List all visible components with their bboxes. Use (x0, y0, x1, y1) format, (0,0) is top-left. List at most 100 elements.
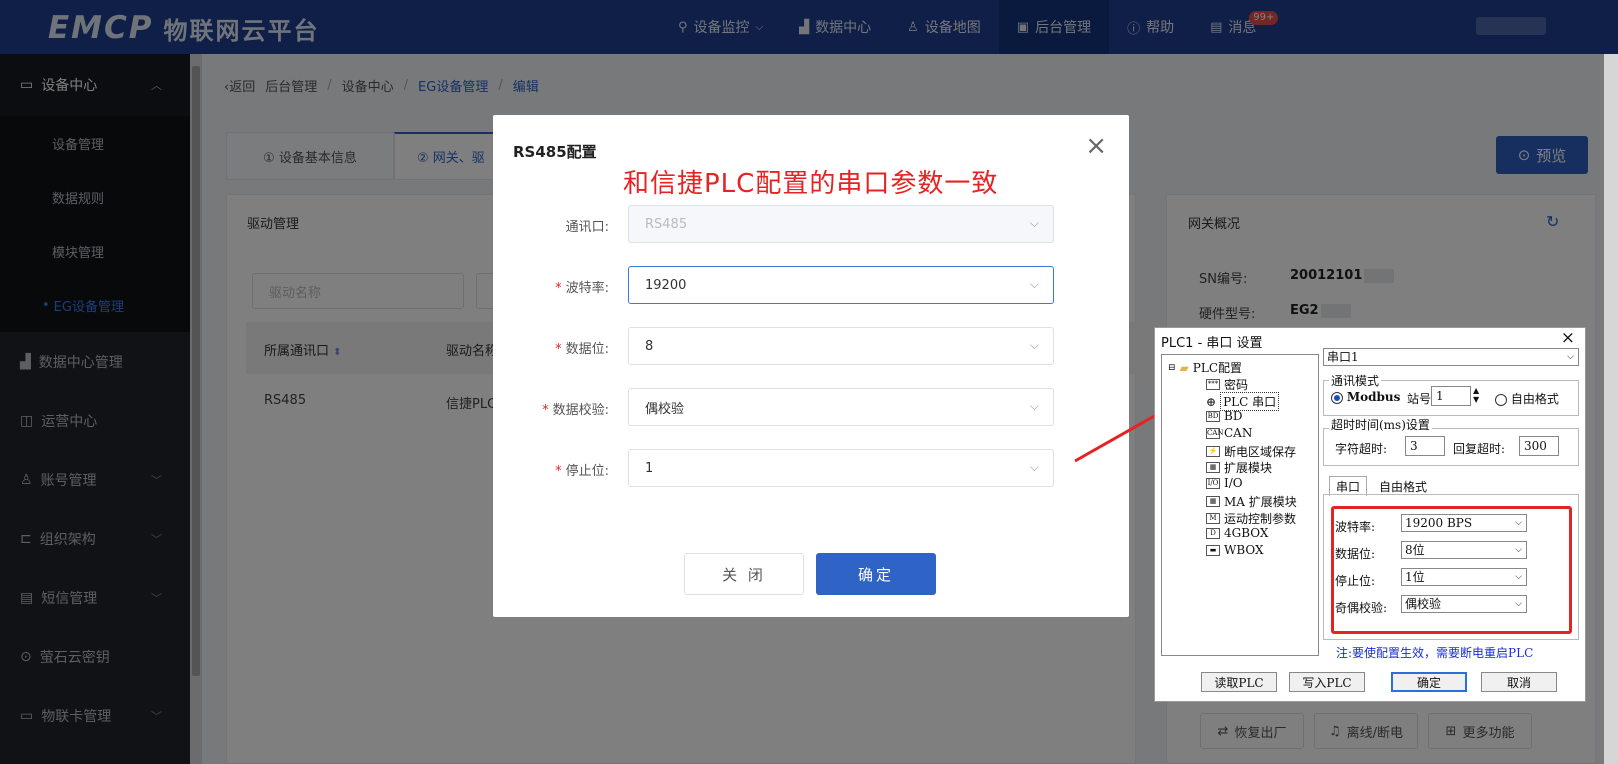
tree-item[interactable]: ▬ WBOX (1206, 543, 1264, 557)
tree-label: 运动控制参数 (1224, 512, 1297, 526)
char-timeout-input[interactable]: 3 (1405, 436, 1445, 456)
tree-item[interactable]: ⚡ 断电区域保存 (1206, 443, 1296, 460)
required-mark: * (555, 464, 562, 479)
tree-label: WBOX (1224, 543, 1264, 557)
annotation-text: 和信捷PLC配置的串口参数一致 (623, 169, 999, 199)
tree-item[interactable]: D 4GBOX (1206, 526, 1268, 540)
network-icon: ⊕ (1206, 394, 1217, 409)
module-icon: ▦ (1206, 496, 1220, 507)
radio-selected (1331, 391, 1343, 404)
form-row-stop-bits: * 停止位: 1 ⌵ (493, 449, 1129, 489)
data-bits-select[interactable]: 8 ⌵ (628, 327, 1054, 365)
station-label: 站号 (1407, 392, 1432, 406)
baud-rate-select[interactable]: 19200 ⌵ (628, 266, 1054, 304)
tree-item[interactable]: *** 密码 (1206, 376, 1248, 393)
tree-label: 密码 (1224, 378, 1249, 392)
modbus-radio[interactable]: Modbus (1331, 390, 1400, 404)
required-mark: * (555, 342, 562, 357)
page-scrollbar[interactable] (1604, 54, 1618, 764)
plc-confirm-button[interactable]: 确定 (1391, 672, 1467, 692)
dialog-title: RS485配置 (513, 143, 597, 161)
form-row-parity: * 数据校验: 偶校验 ⌵ (493, 388, 1129, 428)
tree-item[interactable]: I/O I/O (1206, 476, 1243, 490)
port-select: RS485 ⌵ (628, 205, 1054, 243)
tree-label: BD (1224, 409, 1243, 423)
tree-item[interactable]: BD BD (1206, 409, 1242, 423)
form-row-port: 通讯口: RS485 ⌵ (493, 205, 1129, 245)
close-icon[interactable]: × (1561, 328, 1575, 348)
tree-label: CAN (1224, 426, 1253, 440)
tab-free-format[interactable]: 自由格式 (1379, 478, 1427, 495)
form-row-baud: * 波特率: 19200 ⌵ (493, 266, 1129, 306)
chevron-down-icon: ⌵ (1567, 352, 1574, 362)
can-icon: CAN (1206, 427, 1224, 439)
box-icon: D (1206, 527, 1220, 539)
dropdown-value: 串口1 (1327, 350, 1359, 364)
field-label-text: 数据校验: (552, 403, 609, 418)
char-timeout-label: 字符超时: (1335, 442, 1388, 456)
required-mark: * (542, 403, 549, 418)
select-value: 19200 (645, 277, 687, 293)
module-icon: ▦ (1206, 462, 1220, 473)
group-label: 超时时间(ms)设置 (1329, 416, 1432, 433)
tree-label: I/O (1224, 476, 1243, 490)
radio-label: Modbus (1346, 390, 1401, 404)
tree-item[interactable]: CAN CAN (1206, 426, 1252, 440)
chevron-down-icon: ⌵ (1029, 277, 1039, 291)
restart-note: 注:要使配置生效，需要断电重启PLC (1336, 646, 1534, 660)
tree-item[interactable]: M 运动控制参数 (1206, 510, 1296, 527)
tab-serial[interactable]: 串口 (1329, 476, 1368, 496)
serial-port-dropdown[interactable]: 串口1 ⌵ (1323, 348, 1579, 366)
bd-icon: BD (1206, 410, 1220, 422)
radio-label: 自由格式 (1510, 392, 1559, 406)
select-value: RS485 (645, 216, 688, 232)
field-label: * 数据位: (555, 338, 609, 357)
reply-timeout-label: 回复超时: (1453, 442, 1506, 456)
radio-unselected (1495, 393, 1507, 406)
collapse-icon: ⊟ (1168, 362, 1176, 373)
tree-item[interactable]: ▦ 扩展模块 (1206, 459, 1272, 476)
folder-icon: ▰ (1179, 360, 1189, 375)
reply-timeout-input[interactable]: 300 (1519, 436, 1559, 456)
parity-select[interactable]: 偶校验 ⌵ (628, 388, 1054, 426)
tree-root[interactable]: ⊟ ▰ PLC配置 (1168, 359, 1242, 376)
tree-label: PLC配置 (1192, 361, 1243, 375)
chevron-down-icon: ⌵ (1029, 338, 1039, 352)
close-icon[interactable]: × (1085, 131, 1107, 161)
plc-cancel-button[interactable]: 取消 (1481, 672, 1557, 692)
station-number-input[interactable]: 1 (1431, 386, 1471, 406)
plc-window-title: PLC1 - 串口 设置 (1161, 336, 1263, 351)
plc-config-tree: ⊟ ▰ PLC配置 *** 密码 ⊕ PLC 串口 BD BD CAN CAN ⚡ 断电区域保… (1161, 354, 1319, 656)
chevron-down-icon: ⌵ (1029, 460, 1039, 474)
select-value: 1 (645, 460, 654, 476)
spin-buttons[interactable]: ▲ ▼ (1473, 386, 1479, 404)
field-label-text: 波特率: (565, 281, 609, 296)
confirm-button[interactable]: 确定 (816, 553, 936, 595)
input-value: 1 (1436, 389, 1444, 403)
stop-bits-select[interactable]: 1 ⌵ (628, 449, 1054, 487)
input-value: 3 (1410, 439, 1418, 453)
chevron-down-icon: ⌵ (1029, 399, 1039, 413)
rs485-config-dialog: RS485配置 × 和信捷PLC配置的串口参数一致 通讯口: RS485 ⌵ *… (493, 115, 1129, 617)
input-value: 300 (1524, 439, 1547, 453)
field-label: * 波特率: (555, 277, 609, 296)
io-icon: I/O (1206, 477, 1220, 489)
plc-serial-settings-window: PLC1 - 串口 设置 × ⊟ ▰ PLC配置 *** 密码 ⊕ PLC 串口 BD B… (1154, 327, 1586, 702)
field-label: 通讯口: (565, 220, 609, 235)
select-value: 8 (645, 338, 654, 354)
tree-item[interactable]: ▦ MA 扩展模块 (1206, 493, 1297, 510)
field-label-text: 数据位: (565, 342, 609, 357)
power-save-icon: ⚡ (1206, 446, 1220, 457)
required-mark: * (555, 281, 562, 296)
chevron-down-icon: ⌵ (1029, 216, 1039, 230)
field-label: * 数据校验: (542, 399, 609, 418)
field-label: * 停止位: (555, 460, 609, 479)
wbox-icon: ▬ (1206, 544, 1220, 556)
close-button[interactable]: 关 闭 (684, 553, 804, 595)
read-plc-button[interactable]: 读取PLC (1201, 672, 1277, 692)
select-value: 偶校验 (645, 401, 685, 417)
free-format-radio[interactable]: 自由格式 (1495, 390, 1559, 407)
tree-label: 4GBOX (1224, 526, 1269, 540)
form-row-data-bits: * 数据位: 8 ⌵ (493, 327, 1129, 367)
write-plc-button[interactable]: 写入PLC (1289, 672, 1365, 692)
